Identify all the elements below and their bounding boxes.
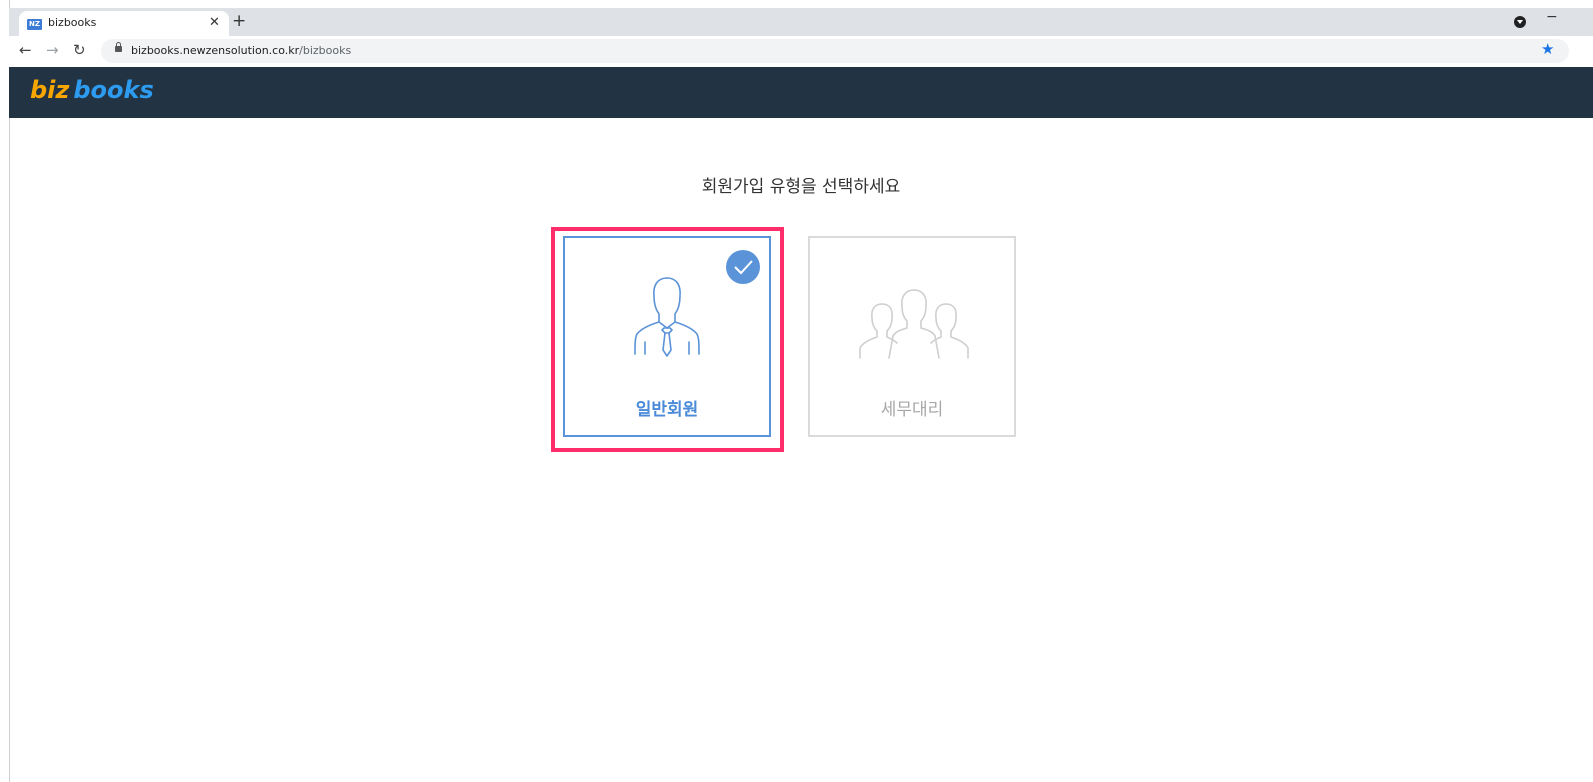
forward-icon[interactable]: → (46, 41, 59, 59)
favicon-icon: NZ (27, 19, 42, 30)
new-tab-icon[interactable]: + (232, 11, 246, 31)
url-text[interactable]: bizbooks.newzensolution.co.kr/bizbooks (131, 44, 351, 57)
card-label-general: 일반회원 (635, 400, 699, 420)
member-type-card-tax-agent[interactable]: 세무대리 (808, 236, 1016, 437)
group-icon (856, 286, 972, 370)
url-path: /bizbooks (299, 44, 352, 57)
bookmark-star-icon[interactable]: ★ (1541, 40, 1554, 58)
profile-icon[interactable] (1514, 16, 1526, 28)
lock-icon (115, 42, 122, 52)
browser-tab[interactable]: NZ bizbooks ✕ (19, 11, 229, 36)
app-header: biz books (9, 67, 1593, 118)
address-bar[interactable]: bizbooks.newzensolution.co.kr/bizbooks ★ (101, 39, 1569, 63)
logo-books: books (73, 76, 154, 104)
reload-icon[interactable]: ↻ (73, 41, 86, 59)
bizbooks-logo[interactable]: biz books (30, 76, 154, 104)
card-label-tax-agent: 세무대리 (880, 400, 944, 420)
browser-toolbar: ← → ↻ bizbooks.newzensolution.co.kr/bizb… (9, 36, 1593, 68)
member-type-card-general[interactable]: 일반회원 (563, 236, 771, 437)
person-tie-icon (627, 274, 707, 368)
tab-title: bizbooks (48, 16, 97, 29)
browser-tab-bar: NZ bizbooks ✕ + − (9, 8, 1593, 36)
page-heading: 회원가입 유형을 선택하세요 (701, 177, 901, 197)
url-host: bizbooks.newzensolution.co.kr (131, 44, 300, 57)
logo-biz: biz (30, 76, 70, 104)
back-icon[interactable]: ← (19, 41, 32, 59)
checkmark-icon (726, 250, 760, 284)
minimize-icon[interactable]: − (1546, 9, 1558, 25)
tab-close-icon[interactable]: ✕ (209, 15, 220, 30)
